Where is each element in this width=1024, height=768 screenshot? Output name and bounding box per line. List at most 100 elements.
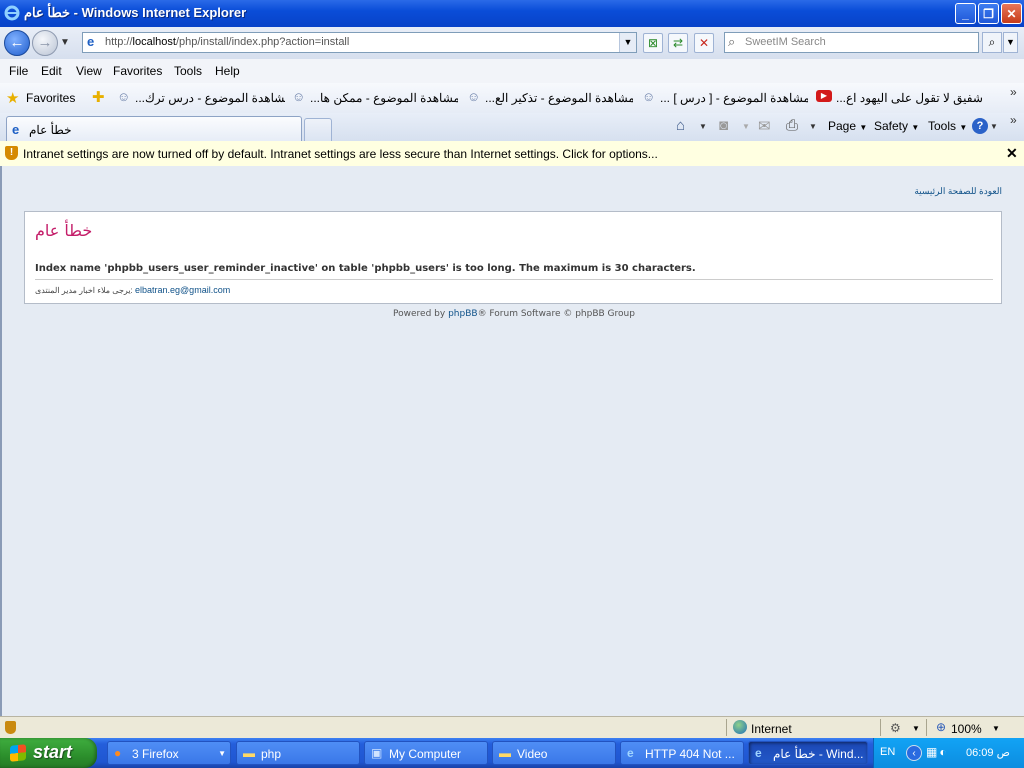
forum-user-icon: ☺ (467, 89, 481, 104)
security-shield-icon (5, 721, 16, 734)
address-toolbar: ← → ▼ e http://localhost/php/install/ind… (0, 27, 1024, 59)
zoom-level[interactable]: 100% (951, 722, 982, 736)
zoom-dropdown-icon[interactable]: ▼ (992, 724, 1000, 733)
new-tab-button[interactable] (304, 118, 332, 141)
information-bar[interactable]: ! Intranet settings are now turned off b… (0, 141, 1024, 167)
favorites-link-1[interactable]: ...مشاهدة الموضوع - درس ترك (135, 91, 285, 105)
taskbar-button-video[interactable]: ▬ Video (492, 741, 616, 765)
forward-button[interactable]: → (32, 30, 58, 56)
information-bar-message[interactable]: Intranet settings are now turned off by … (23, 147, 658, 161)
forum-user-icon: ☺ (292, 89, 306, 104)
stop-icon[interactable]: ✕ (694, 33, 714, 53)
tab-ie-icon: e (12, 122, 20, 137)
language-indicator[interactable]: EN (880, 746, 895, 758)
clock[interactable]: 06:09 ص (966, 746, 1010, 759)
tab-current[interactable]: e خطأ عام (6, 116, 302, 141)
contact-text: يرجى ملاء اخبار مدير المنتدى: (35, 286, 133, 295)
command-more-chevron[interactable]: » (1010, 113, 1017, 127)
address-url[interactable]: http://localhost/php/install/index.php?a… (105, 36, 349, 48)
minimize-button[interactable]: _ (955, 3, 976, 24)
menu-file[interactable]: File (9, 64, 28, 78)
print-dropdown-icon[interactable]: ▼ (809, 122, 817, 131)
computer-icon: ▣ (371, 746, 383, 760)
tools-menu[interactable]: Tools ▼ (928, 119, 967, 133)
chevron-down-icon[interactable]: ▼ (912, 724, 920, 733)
internet-zone-globe-icon (733, 720, 747, 734)
system-tray: EN ‹ ▦◐ 06:09 ص (873, 738, 1024, 768)
taskbar: start ● 3 Firefox ▼ ▬ php ▣ My Computer … (0, 738, 1024, 768)
menu-view[interactable]: View (76, 64, 102, 78)
status-bar: Internet ⚙ ▼ ⊕ 100% ▼ (0, 716, 1024, 739)
home-link[interactable]: العودة للصفحة الرئيسية (914, 186, 1002, 197)
menu-help[interactable]: Help (215, 64, 240, 78)
favorites-link-3[interactable]: ...مشاهدة الموضوع - تذكير الع (485, 91, 633, 105)
title-bar: خطأ عام - Windows Internet Explorer _ ❐ … (0, 0, 1024, 27)
maximize-button[interactable]: ❐ (978, 3, 999, 24)
zoom-icon: ⊕ (936, 720, 947, 734)
favorites-more-chevron[interactable]: » (1010, 85, 1017, 99)
back-arrow-icon: ← (9, 34, 25, 51)
recent-pages-dropdown[interactable]: ▼ (60, 37, 70, 48)
safety-menu[interactable]: Safety ▼ (874, 119, 919, 133)
folder-icon: ▬ (243, 746, 255, 760)
close-window-button[interactable]: ✕ (1001, 3, 1022, 24)
menu-tools[interactable]: Tools (174, 64, 202, 78)
phpbb-link[interactable]: phpBB (448, 309, 477, 319)
error-panel: خطأ عام Index name 'phpbb_users_user_rem… (24, 211, 1002, 304)
ie-icon: e (627, 746, 634, 760)
compatibility-view-icon[interactable]: ⊠ (643, 33, 663, 53)
favorites-link-5[interactable]: ...شفيق لا تقول على اليهود اع (836, 91, 986, 105)
divider (880, 719, 881, 736)
warning-shield-icon: ! (5, 146, 18, 160)
contact-email-link[interactable]: elbatran.eg@gmail.com (135, 285, 230, 295)
menu-bar: File Edit View Favorites Tools Help (0, 59, 1024, 84)
home-dropdown-icon[interactable]: ▼ (699, 122, 707, 131)
tray-icons[interactable]: ▦◐ (926, 745, 949, 759)
window-title: خطأ عام - Windows Internet Explorer (24, 5, 247, 20)
taskbar-button-firefox[interactable]: ● 3 Firefox ▼ (107, 741, 231, 765)
favorites-button[interactable]: Favorites (26, 91, 75, 105)
firefox-icon: ● (114, 746, 122, 760)
read-mail-icon[interactable]: ✉ (758, 117, 771, 135)
page-content: العودة للصفحة الرئيسية خطأ عام Index nam… (0, 166, 1024, 716)
chevron-down-icon: ▼ (859, 123, 868, 132)
divider (926, 719, 927, 736)
start-label: start (33, 742, 73, 762)
help-icon[interactable]: ? (972, 118, 988, 134)
chevron-down-icon: ▼ (218, 749, 226, 758)
print-icon[interactable]: ⎙ (786, 117, 798, 134)
start-button[interactable]: start (0, 738, 97, 768)
close-information-bar-icon[interactable]: ✕ (1006, 145, 1018, 162)
taskbar-button-http-404[interactable]: e HTTP 404 Not ... (620, 741, 744, 765)
security-zone-label[interactable]: Internet (751, 722, 792, 736)
forum-user-icon: ☺ (642, 89, 656, 104)
protected-mode-icon[interactable]: ⚙ (890, 721, 901, 735)
add-to-favorites-bar-icon[interactable]: ✚ (92, 88, 105, 106)
help-dropdown-icon[interactable]: ▼ (990, 122, 998, 131)
page-menu[interactable]: Page ▼ (828, 119, 867, 133)
back-button[interactable]: ← (4, 30, 30, 56)
search-options-dropdown[interactable]: ▼ (1003, 32, 1018, 53)
powered-by-footer: Powered by phpBB® Forum Software © phpBB… (393, 309, 635, 319)
menu-favorites[interactable]: Favorites (113, 64, 162, 78)
error-title: خطأ عام (35, 221, 93, 240)
address-dropdown-button[interactable]: ▼ (619, 33, 636, 52)
menu-edit[interactable]: Edit (41, 64, 62, 78)
address-field[interactable]: e http://localhost/php/install/index.php… (82, 32, 637, 53)
taskbar-button-my-computer[interactable]: ▣ My Computer (364, 741, 488, 765)
favorites-link-2[interactable]: ...مشاهدة الموضوع - ممكن ها (310, 91, 458, 105)
taskbar-button-php[interactable]: ▬ php (236, 741, 360, 765)
home-icon[interactable]: ⌂ (676, 117, 685, 134)
error-message: Index name 'phpbb_users_user_reminder_in… (35, 263, 696, 274)
chevron-down-icon: ▼ (959, 123, 968, 132)
refresh-icon[interactable]: ⇄ (668, 33, 688, 53)
search-icon: ⌕ (988, 35, 996, 49)
search-button[interactable]: ⌕ (982, 32, 1002, 53)
feeds-dropdown-icon[interactable]: ▼ (742, 122, 750, 131)
taskbar-button-ie-current[interactable]: e خطأ عام - Wind... (748, 741, 868, 765)
feeds-icon[interactable]: ◙ (719, 117, 728, 134)
show-hidden-icons-chevron[interactable]: ‹ (906, 745, 922, 761)
search-field[interactable]: ⌕ SweetIM Search (724, 32, 979, 53)
favorites-link-4[interactable]: ... [ مشاهدة الموضوع - [ درس (660, 91, 808, 105)
page-ie-icon: e (87, 34, 95, 49)
